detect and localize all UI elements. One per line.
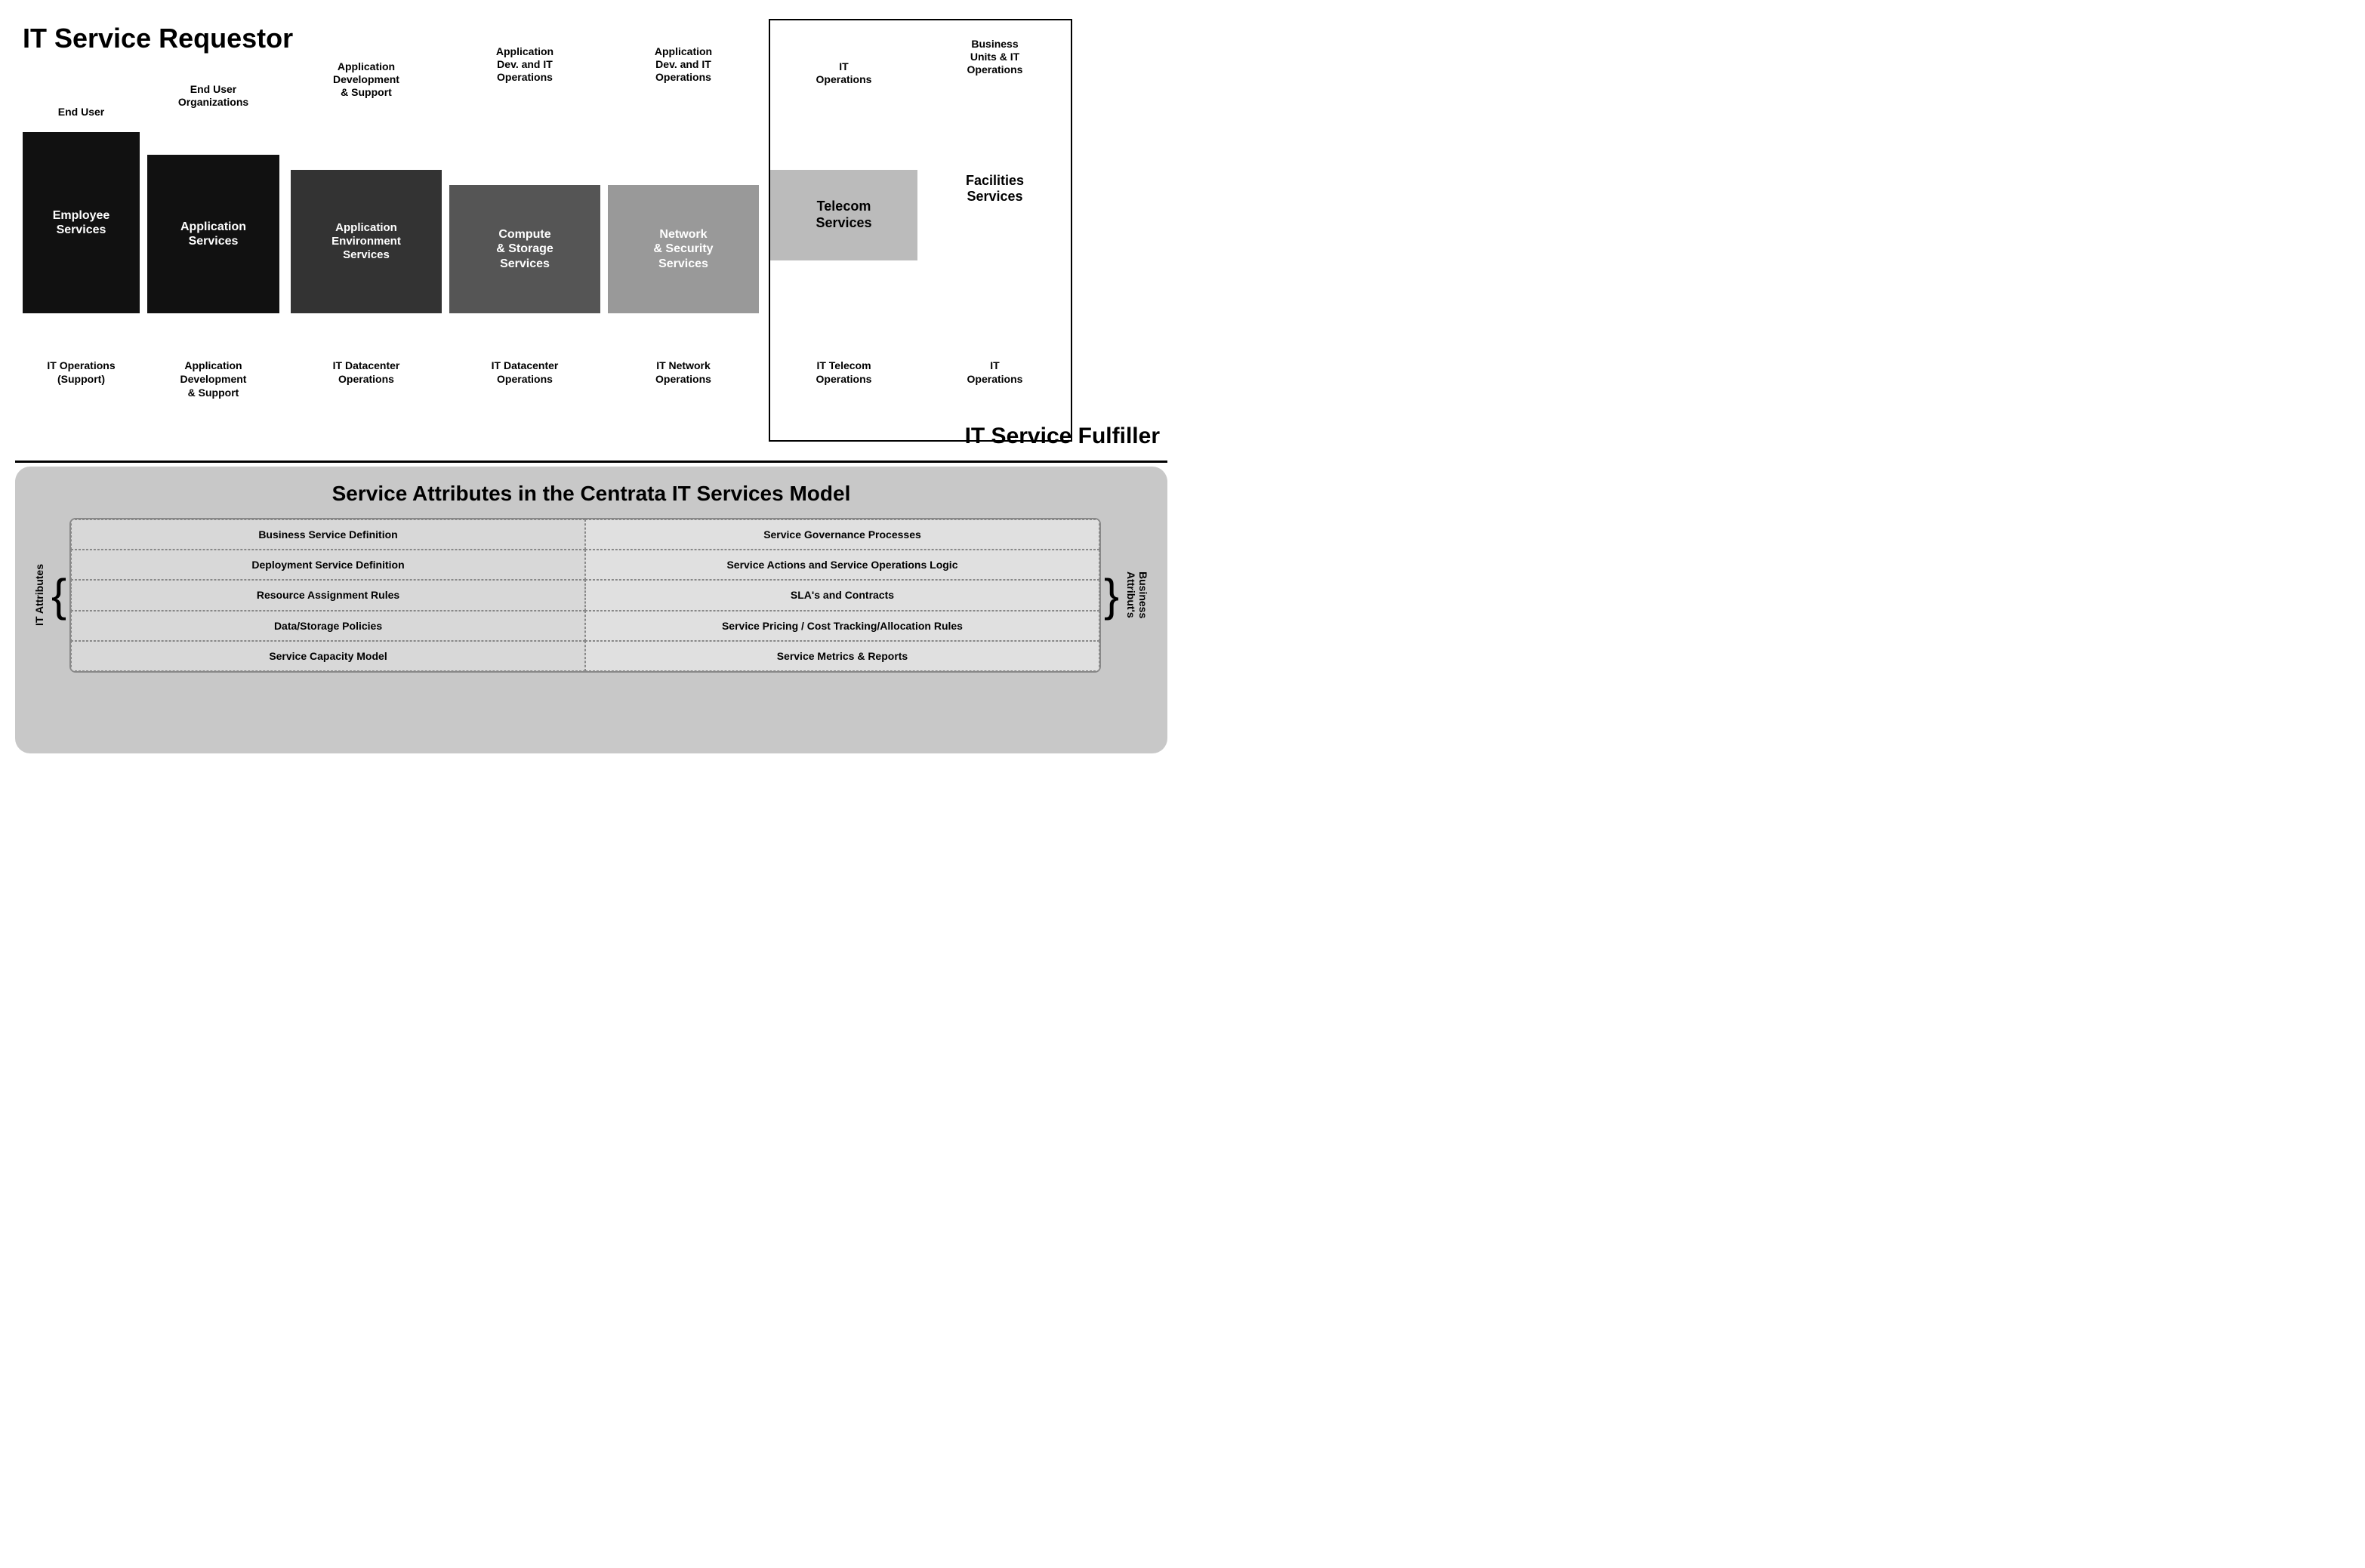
- attr-bsd: Business Service Definition: [71, 519, 585, 550]
- bottom-appdev: ApplicationDevelopment& Support: [147, 359, 279, 400]
- stacks-area: EmployeeServices ApplicationServices App…: [15, 132, 1167, 351]
- attr-dsp: Data/Storage Policies: [71, 611, 585, 641]
- attr-smr: Service Metrics & Reports: [585, 641, 1099, 671]
- bottom-title: Service Attributes in the Centrata IT Se…: [30, 482, 1152, 506]
- bottom-section: Service Attributes in the Centrata IT Se…: [15, 467, 1167, 753]
- app-environment-services-box: ApplicationEnvironmentServices: [291, 170, 442, 313]
- left-brace: {: [48, 518, 69, 673]
- application-services-box: ApplicationServices: [147, 155, 279, 313]
- facilities-services-box: FacilitiesServices: [925, 140, 1065, 238]
- top-section: IT Service Requestor End User End UserOr…: [15, 15, 1167, 453]
- col-headers: End User End UserOrganizations Applicati…: [15, 15, 1167, 136]
- left-side-label: IT Attributes: [30, 518, 48, 673]
- right-side-label: BusinessAttribut's: [1122, 518, 1152, 673]
- bottom-it-operations: ITOperations: [925, 359, 1065, 386]
- right-brace: }: [1101, 518, 1122, 673]
- col-header-enduser-orgs: End UserOrganizations: [147, 83, 279, 109]
- bottom-network-ops: IT NetworkOperations: [608, 359, 759, 386]
- col-header-appdevops2: ApplicationDev. and ITOperations: [608, 45, 759, 83]
- attributes-grid: Business Service Definition Service Gove…: [69, 518, 1101, 673]
- network-security-services-box: Network& SecurityServices: [608, 185, 759, 313]
- fulfiller-label: IT Service Fulfiller: [965, 424, 1160, 449]
- col-header-appdev: ApplicationDevelopment& Support: [291, 60, 442, 98]
- bottom-itops-support: IT Operations(Support): [23, 359, 140, 386]
- bottom-datacenter1: IT DatacenterOperations: [291, 359, 442, 386]
- telecom-services-box: TelecomServices: [770, 170, 917, 260]
- col-header-bizunits: BusinessUnits & ITOperations: [925, 38, 1065, 75]
- col-header-appdevops1: ApplicationDev. and ITOperations: [449, 45, 600, 83]
- bottom-datacenter2: IT DatacenterOperations: [449, 359, 600, 386]
- attr-scm: Service Capacity Model: [71, 641, 585, 671]
- section-divider: [15, 461, 1167, 463]
- col-header-enduser: End User: [23, 106, 140, 119]
- bottom-telecom-ops: IT TelecomOperations: [770, 359, 917, 386]
- compute-storage-services-box: Compute& StorageServices: [449, 185, 600, 313]
- attr-saol: Service Actions and Service Operations L…: [585, 550, 1099, 580]
- employee-services-box: EmployeeServices: [23, 132, 140, 313]
- attr-rar: Resource Assignment Rules: [71, 580, 585, 610]
- attr-dsd: Deployment Service Definition: [71, 550, 585, 580]
- attr-sla: SLA's and Contracts: [585, 580, 1099, 610]
- col-header-itops: ITOperations: [770, 60, 917, 86]
- bottom-content: IT Attributes { Business Service Definit…: [30, 518, 1152, 673]
- attr-spctr: Service Pricing / Cost Tracking/Allocati…: [585, 611, 1099, 641]
- attr-sgp: Service Governance Processes: [585, 519, 1099, 550]
